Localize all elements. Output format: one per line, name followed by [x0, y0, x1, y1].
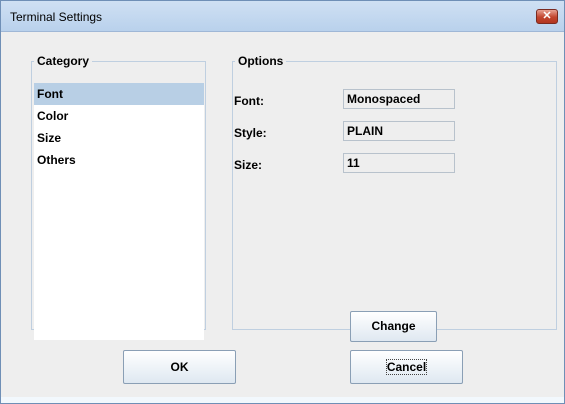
style-label: Style:	[234, 126, 267, 140]
cancel-button[interactable]: Cancel	[350, 350, 463, 384]
ok-button-label: OK	[170, 360, 189, 374]
category-group: Category Font Color Size Others	[31, 54, 206, 340]
font-label: Font:	[234, 94, 264, 108]
window-title: Terminal Settings	[10, 10, 103, 24]
category-item-size[interactable]: Size	[34, 127, 204, 149]
size-label: Size:	[234, 158, 263, 172]
bottom-border-strip	[1, 397, 564, 403]
category-legend: Category	[37, 54, 90, 68]
options-legend: Options	[238, 54, 284, 68]
close-button[interactable]: ✕	[536, 9, 558, 24]
style-value-field: PLAIN	[343, 121, 455, 141]
cancel-button-label: Cancel	[385, 359, 428, 375]
ok-button[interactable]: OK	[123, 350, 236, 384]
options-group: Options Font: Monospaced Style: PLAIN Si…	[232, 54, 557, 342]
title-bar[interactable]: Terminal Settings ✕	[1, 1, 564, 32]
category-item-font[interactable]: Font	[34, 83, 204, 105]
category-list[interactable]: Font Color Size Others	[34, 83, 204, 340]
close-icon: ✕	[542, 10, 552, 22]
size-value-field: 11	[343, 153, 455, 173]
terminal-settings-dialog: Terminal Settings ✕ Category Font Color …	[0, 0, 565, 404]
category-item-others[interactable]: Others	[34, 149, 204, 171]
font-value-field: Monospaced	[343, 89, 455, 109]
change-button[interactable]: Change	[350, 311, 437, 342]
dialog-content: Category Font Color Size Others Options …	[1, 32, 564, 403]
category-item-color[interactable]: Color	[34, 105, 204, 127]
